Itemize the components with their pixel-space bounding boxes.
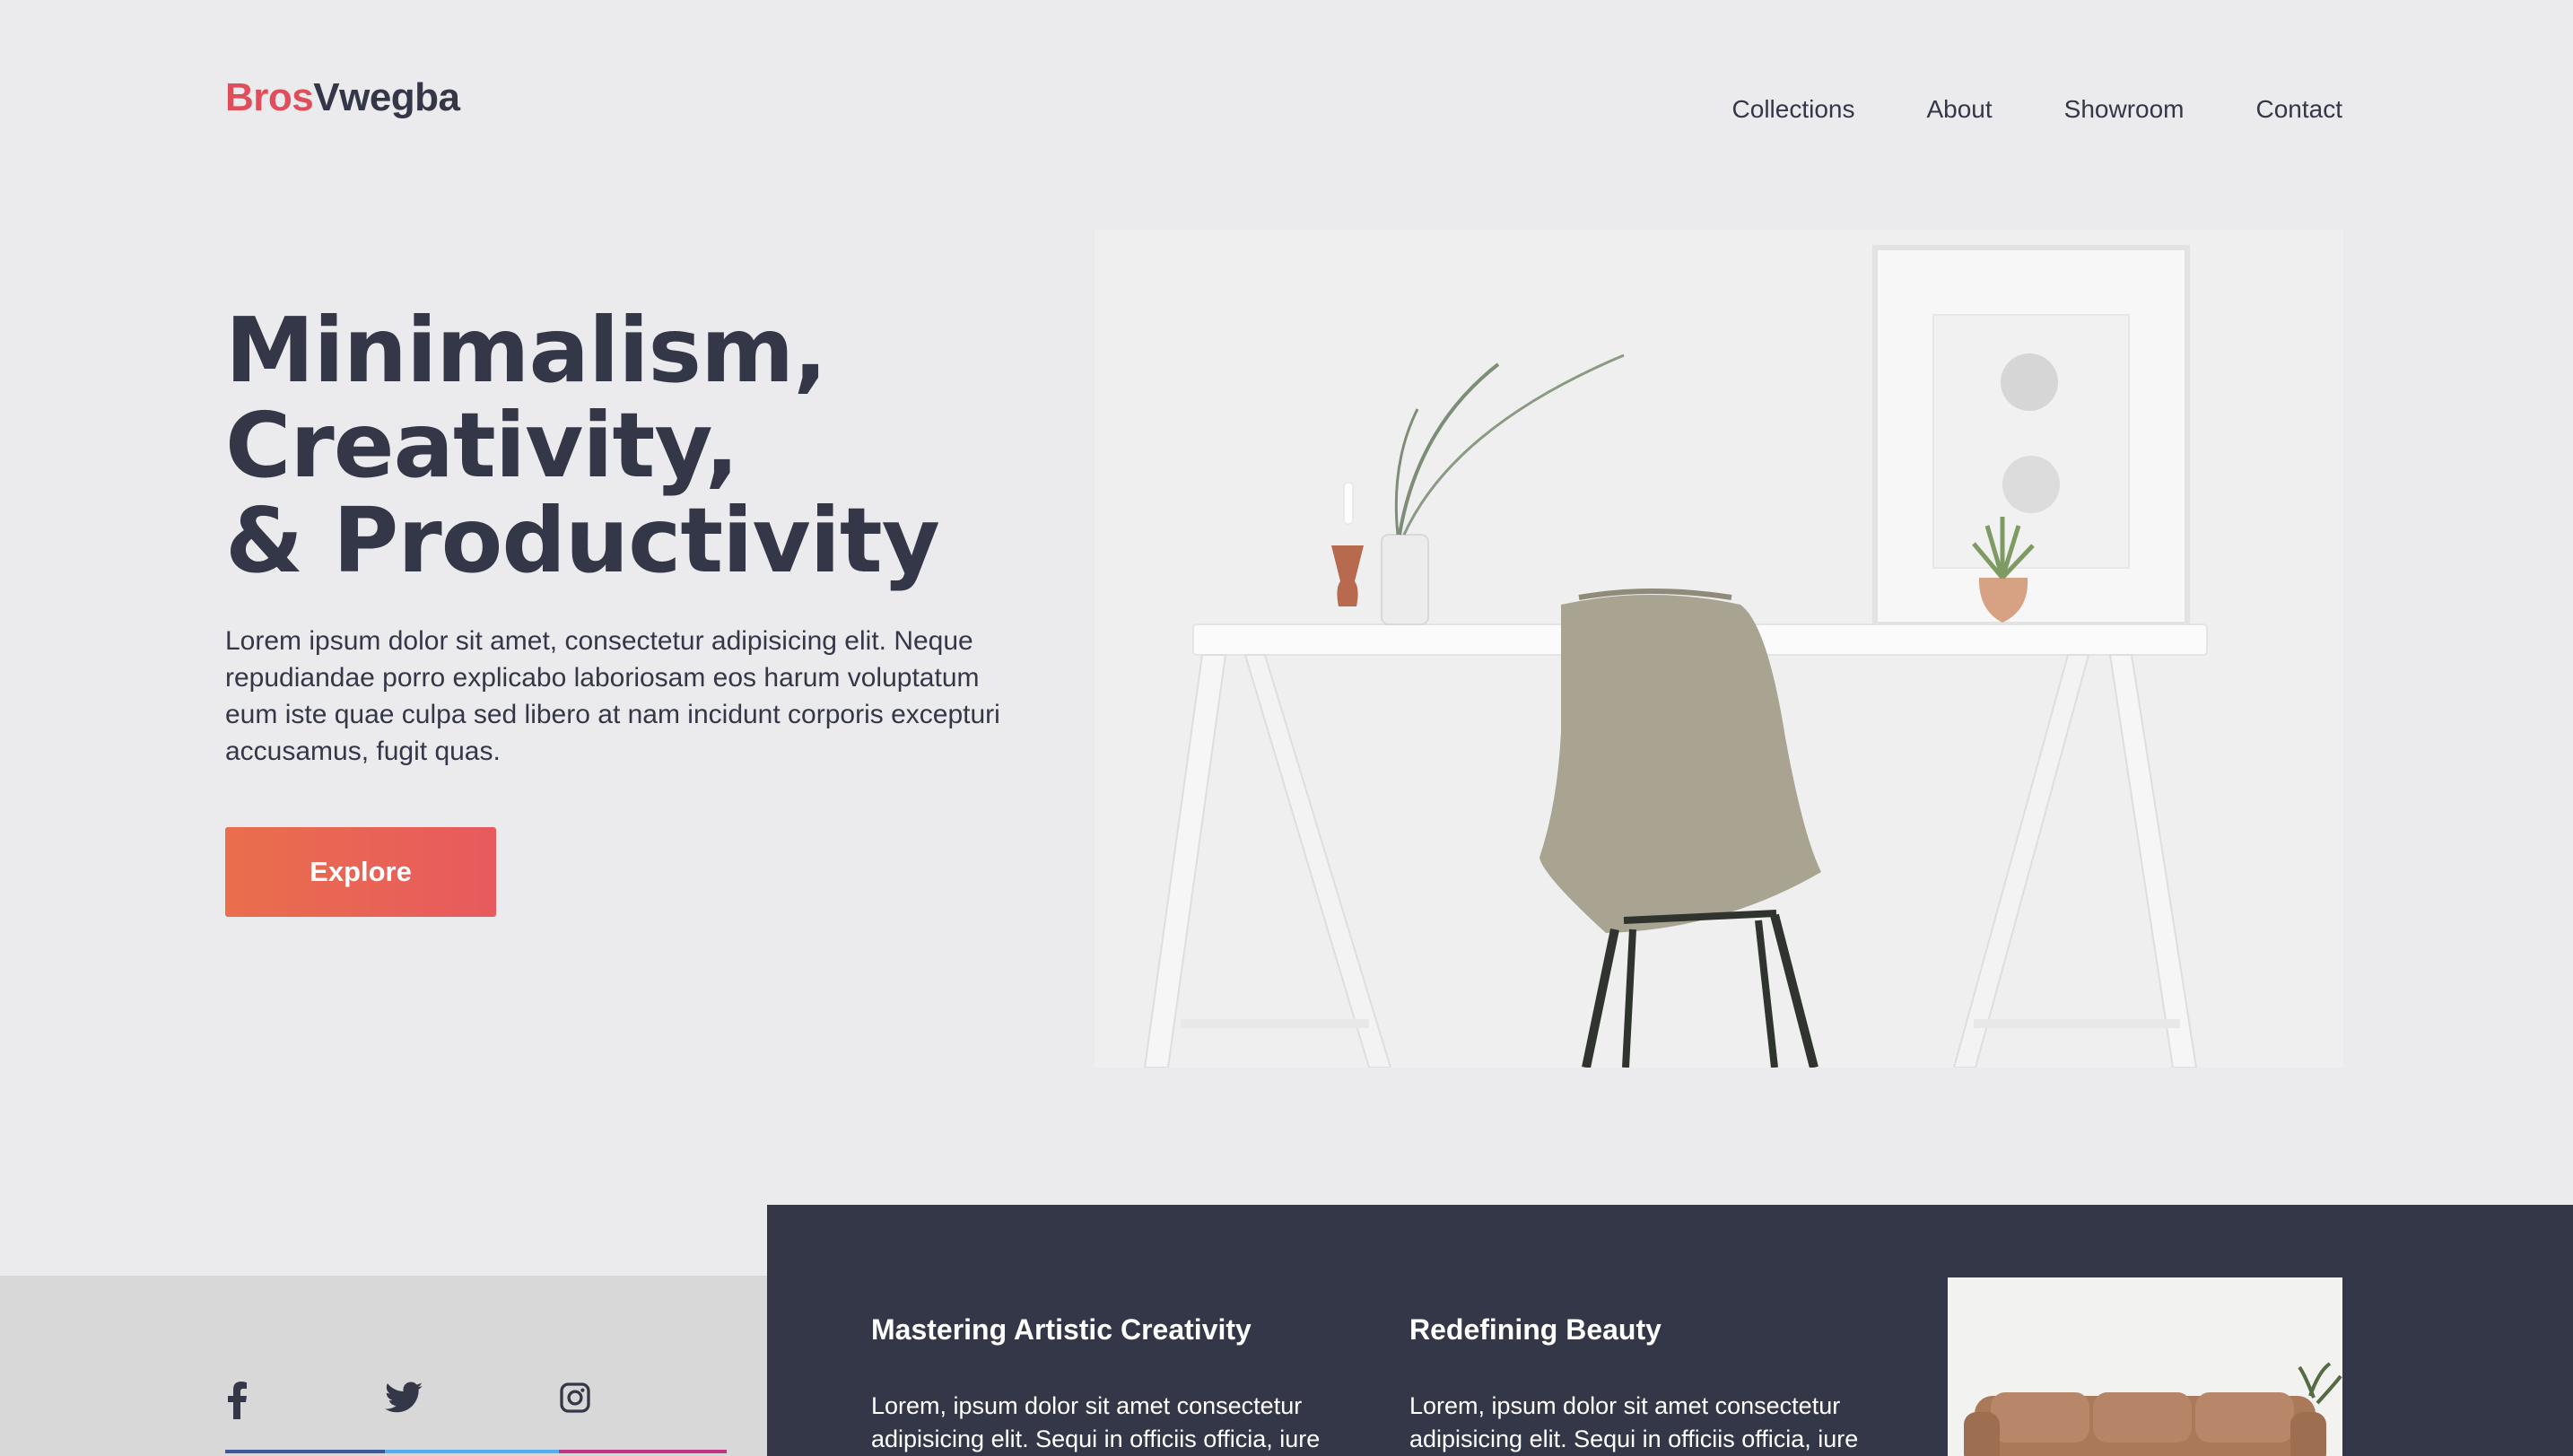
explore-button[interactable]: Explore — [225, 827, 496, 917]
hero-headline: Minimalism, Creativity, & Productivity — [225, 298, 940, 593]
twitter-link[interactable] — [385, 1382, 559, 1453]
sofa-image — [1948, 1277, 2342, 1456]
hero-image — [1095, 230, 2343, 1068]
hero-headline-line-1: Minimalism, — [225, 298, 827, 403]
nav-link-showroom[interactable]: Showroom — [2064, 95, 2185, 124]
brand-name-part2: Vwegba — [313, 75, 460, 119]
hero-headline-line-2: Creativity, — [225, 393, 739, 498]
nav-link-about[interactable]: About — [1926, 95, 1992, 124]
feature-card-1: Mastering Artistic Creativity Lorem, ips… — [871, 1313, 1338, 1456]
feature-title-2: Redefining Beauty — [1409, 1313, 1662, 1346]
hero-headline-line-3: & Productivity — [225, 488, 940, 593]
feature-text-1: Lorem, ipsum dolor sit amet consectetur … — [871, 1392, 1321, 1452]
instagram-underline — [559, 1450, 727, 1453]
feature-text-2: Lorem, ipsum dolor sit amet consectetur … — [1409, 1392, 1859, 1452]
brand-name-part1: Bros — [225, 75, 314, 119]
nav-link-collections[interactable]: Collections — [1732, 95, 1855, 124]
feature-title-1: Mastering Artistic Creativity — [871, 1313, 1252, 1346]
nav-link-contact[interactable]: Contact — [2256, 95, 2343, 124]
facebook-underline — [225, 1450, 385, 1453]
sofa-illustration — [1948, 1277, 2342, 1456]
feature-card-2: Redefining Beauty Lorem, ipsum dolor sit… — [1409, 1313, 1876, 1456]
main-nav: Collections About Showroom Contact — [1732, 95, 2342, 124]
instagram-icon — [559, 1382, 591, 1418]
hero-description: Lorem ipsum dolor sit amet, consectetur … — [225, 626, 1000, 766]
instagram-link[interactable] — [559, 1382, 727, 1453]
twitter-icon — [385, 1382, 423, 1418]
facebook-icon — [225, 1382, 249, 1424]
facebook-link[interactable] — [225, 1382, 385, 1453]
brand-logo[interactable]: BrosVwegba — [225, 75, 460, 120]
desk-chair-illustration — [1095, 230, 2343, 1068]
twitter-underline — [385, 1450, 559, 1453]
